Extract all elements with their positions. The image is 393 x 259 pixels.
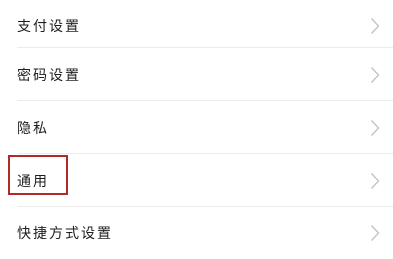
- settings-item-label: 通用: [17, 174, 49, 190]
- divider: [17, 47, 393, 48]
- settings-item-password[interactable]: 密码设置: [0, 49, 393, 101]
- settings-item-privacy[interactable]: 隐私: [0, 102, 393, 154]
- divider: [17, 100, 393, 101]
- settings-item-label: 支付设置: [17, 19, 81, 35]
- divider: [17, 153, 393, 154]
- chevron-right-icon: [370, 119, 380, 137]
- chevron-right-icon: [370, 224, 380, 242]
- settings-item-label: 密码设置: [17, 68, 81, 84]
- settings-item-shortcuts[interactable]: 快捷方式设置: [0, 207, 393, 259]
- settings-item-payment[interactable]: 支付设置: [0, 0, 393, 52]
- chevron-right-icon: [370, 172, 380, 190]
- settings-item-label: 隐私: [17, 121, 49, 137]
- settings-item-label: 快捷方式设置: [17, 226, 113, 242]
- chevron-right-icon: [370, 17, 380, 35]
- settings-item-general[interactable]: 通用: [0, 155, 393, 207]
- chevron-right-icon: [370, 66, 380, 84]
- settings-list: 支付设置 密码设置 隐私 通用 快捷方式设置: [0, 0, 393, 254]
